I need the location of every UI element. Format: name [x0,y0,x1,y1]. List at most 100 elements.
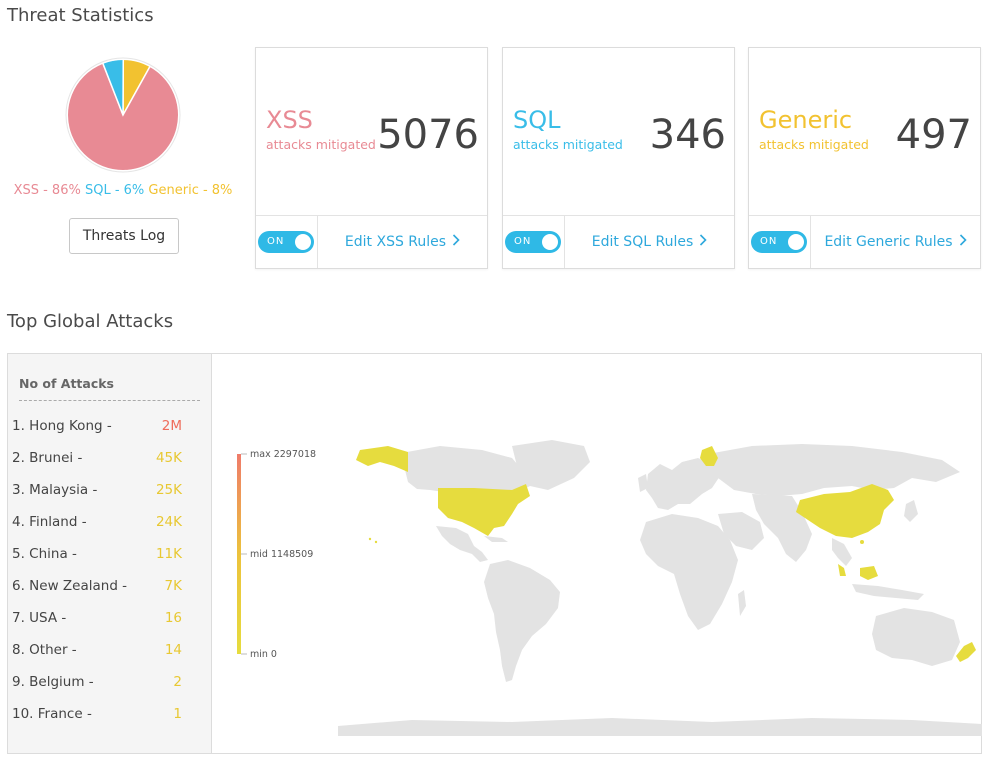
country-label: 6. New Zealand - [12,578,128,594]
toggle-cell: ON [749,216,811,268]
country-label: 2. Brunei - [12,450,83,466]
toggle-knob [542,234,558,250]
country-label: 3. Malaysia - [12,482,98,498]
sql-toggle[interactable]: ON [505,231,561,253]
list-item: 10. France - 1 [12,706,182,726]
southeast-asia [832,538,852,566]
malaysia [838,564,846,576]
attack-list-title: No of Attacks [19,376,115,391]
card-name: SQL [513,106,561,134]
color-scale: max 2297018 mid 1148509 min 0 [237,449,316,660]
island-dot [368,537,372,541]
xss-toggle[interactable]: ON [258,231,314,253]
attack-count: 11K [155,546,182,562]
toggle-knob [295,234,311,250]
scale-mid-label: mid 1148509 [250,549,313,560]
edit-link-label: Edit Generic Rules [824,234,953,250]
attack-count: 45K [155,450,182,466]
toggle-label: ON [514,236,532,247]
card-count: 497 [895,112,972,158]
card-subtitle: attacks mitigated [513,137,623,152]
sql-card: SQL attacks mitigated 346 ON Edit SQL Ru… [502,47,735,269]
hong-kong [860,540,864,544]
alaska [356,446,408,472]
chevron-right-icon [959,216,967,268]
card-name: XSS [266,106,313,134]
country-label: 8. Other - [12,642,77,658]
world-attack-map: max 2297018 mid 1148509 min 0 [237,440,982,736]
attack-count: 14 [164,642,182,658]
island-dot [374,540,378,544]
list-item: 6. New Zealand - 7K [12,578,182,598]
attack-count: 1 [173,706,182,722]
attack-count: 25K [155,482,182,498]
list-item: 9. Belgium - 2 [12,674,182,694]
toggle-label: ON [760,236,778,247]
country-label: 7. USA - [12,610,67,626]
toggle-knob [788,234,804,250]
toggle-cell: ON [256,216,318,268]
antarctica [338,718,982,736]
china [796,484,894,538]
list-item: 4. Finland - 24K [12,514,182,534]
attack-count: 2 [173,674,182,690]
country-label: 1. Hong Kong - [12,418,112,434]
toggle-label: ON [267,236,285,247]
country-label: 10. France - [12,706,92,722]
attack-count: 2M [161,418,182,434]
list-item: 7. USA - 16 [12,610,182,630]
brunei-borneo [860,566,878,580]
list-item: 2. Brunei - 45K [12,450,182,470]
list-item: 8. Other - 14 [12,642,182,662]
legend-xss: XSS - 86% [13,183,81,198]
edit-link-label: Edit XSS Rules [344,234,447,250]
map-land [338,440,982,736]
japan [904,500,918,522]
card-name: Generic [759,106,853,134]
country-label: 9. Belgium - [12,674,94,690]
attack-count: 24K [155,514,182,530]
toggle-cell: ON [503,216,565,268]
country-label: 4. Finland - [12,514,87,530]
card-footer: ON Edit XSS Rules [256,215,487,268]
russia [708,444,960,496]
chevron-right-icon [699,216,707,268]
card-subtitle: attacks mitigated [759,137,869,152]
attack-count: 16 [164,610,182,626]
threats-log-button[interactable]: Threats Log [69,218,179,254]
list-item: 3. Malaysia - 25K [12,482,182,502]
card-subtitle: attacks mitigated [266,137,376,152]
generic-card: Generic attacks mitigated 497 ON Edit Ge… [748,47,981,269]
threat-pie-chart [65,57,181,173]
generic-toggle[interactable]: ON [751,231,807,253]
caribbean [484,536,508,542]
scale-max-label: max 2297018 [250,449,316,460]
indonesia [852,584,924,600]
country-label: 5. China - [12,546,77,562]
top-global-attacks-panel: No of Attacks 1. Hong Kong - 2M 2. Brunei… [7,353,982,754]
xss-card: XSS attacks mitigated 5076 ON Edit XSS R… [255,47,488,269]
edit-sql-rules-link[interactable]: Edit SQL Rules [565,216,734,268]
top-global-attacks-title: Top Global Attacks [7,311,174,332]
edit-link-label: Edit SQL Rules [591,234,694,250]
chevron-right-icon [452,216,460,268]
legend-generic: Generic - 8% [148,183,233,198]
scale-min-label: min 0 [250,649,277,660]
edit-generic-rules-link[interactable]: Edit Generic Rules [811,216,980,268]
edit-xss-rules-link[interactable]: Edit XSS Rules [318,216,487,268]
madagascar [738,590,746,616]
card-count: 346 [649,112,726,158]
list-item: 5. China - 11K [12,546,182,566]
new-zealand [956,642,976,662]
attack-count: 7K [164,578,182,594]
card-footer: ON Edit SQL Rules [503,215,734,268]
divider [19,400,200,401]
list-item: 1. Hong Kong - 2M [12,418,182,438]
legend-sql: SQL - 6% [84,183,145,198]
attack-list: No of Attacks 1. Hong Kong - 2M 2. Brunei… [8,354,212,753]
south-america [484,560,560,682]
card-footer: ON Edit Generic Rules [749,215,980,268]
threat-statistics-title: Threat Statistics [7,5,154,26]
card-count: 5076 [377,112,479,158]
pie-legend: XSS - 86% SQL - 6% Generic - 8% [0,183,246,198]
